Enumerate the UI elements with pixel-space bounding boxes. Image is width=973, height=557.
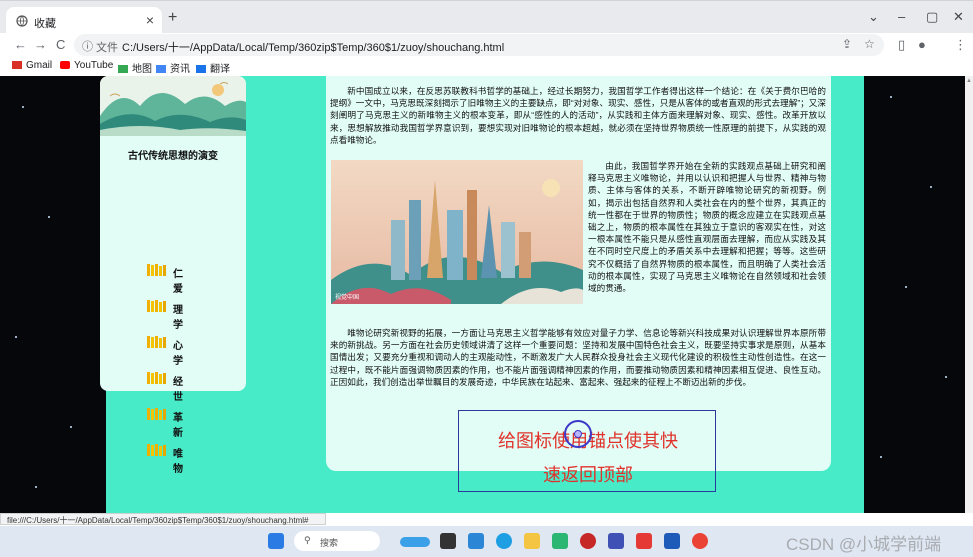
start-button-icon[interactable]	[268, 533, 284, 549]
watermark: CSDN @小城学前端	[786, 535, 942, 554]
book-icon[interactable]	[147, 444, 167, 456]
bookmark-youtube[interactable]: YouTube	[60, 60, 113, 71]
taskbar-search[interactable]: ⚲ 搜索	[294, 531, 380, 551]
powerpoint-icon[interactable]	[636, 533, 652, 549]
news-icon	[156, 65, 166, 73]
gmail-icon	[12, 61, 22, 69]
address-bar[interactable]: ⓘ 文件 C:/Users/十一/AppData/Local/Temp/360z…	[74, 34, 884, 56]
annotation-line-2: 速返回顶部	[543, 465, 633, 485]
tab-title: 收藏	[34, 18, 56, 30]
address-row: ← → C ⓘ 文件 C:/Users/十一/AppData/Local/Tem…	[0, 34, 973, 56]
reload-button[interactable]: C	[56, 37, 65, 52]
app-icon[interactable]	[608, 533, 624, 549]
book-icon[interactable]	[147, 372, 167, 384]
profile-icon[interactable]: ●	[918, 37, 926, 52]
bookmark-translate[interactable]: 翻译	[196, 60, 230, 75]
vscode-icon[interactable]	[468, 533, 484, 549]
maximize-button[interactable]: ▢	[926, 9, 938, 25]
widget-icon[interactable]	[400, 537, 430, 547]
edge-icon[interactable]	[496, 533, 512, 549]
url-text[interactable]: C:/Users/十一/AppData/Local/Temp/360zip$Te…	[122, 39, 504, 55]
wechat-icon[interactable]	[552, 533, 568, 549]
globe-icon	[16, 15, 28, 27]
bookmark-news[interactable]: 资讯	[156, 60, 190, 75]
cursor-highlight-circle	[564, 420, 592, 448]
sidebar-banner-image	[100, 76, 246, 136]
article-paragraph-2: 由此，我国哲学界开始在全新的实践观点基础上研究和阐释马克思主义唯物论，并用以认识…	[588, 161, 826, 294]
article-paragraph-3: 唯物论研究新视野的拓展，一方面让马克思主义哲学能够有效应对量子力学、信息论等新兴…	[330, 328, 826, 387]
star	[930, 186, 932, 188]
search-icon: ⚲	[304, 535, 311, 545]
star	[70, 426, 72, 428]
record-icon[interactable]	[580, 533, 596, 549]
minimize-button[interactable]: –	[898, 9, 905, 24]
bookmark-gmail[interactable]: Gmail	[12, 60, 52, 71]
book-icon[interactable]	[147, 336, 167, 348]
status-url: file:///C:/Users/十一/AppData/Local/Temp/3…	[7, 516, 309, 525]
star	[905, 286, 907, 288]
book-icon[interactable]	[147, 264, 167, 276]
forward-button[interactable]: →	[34, 37, 47, 52]
tab-active[interactable]: 收藏 ×	[6, 7, 162, 35]
browser-chrome: 收藏 × + ⌄ – ▢ ✕ ← → C ⓘ 文件 C:/Users/十一/Ap…	[0, 0, 973, 76]
star	[15, 336, 17, 338]
star	[890, 96, 892, 98]
bookmark-star-icon[interactable]: ☆	[864, 37, 875, 51]
tab-close-button[interactable]: ×	[146, 12, 154, 28]
star	[880, 456, 882, 458]
maps-icon	[118, 65, 128, 73]
bookmark-maps[interactable]: 地图	[118, 60, 152, 75]
star	[35, 486, 37, 488]
new-tab-button[interactable]: +	[168, 9, 177, 27]
cursor-dot-icon	[574, 430, 582, 438]
word-icon[interactable]	[664, 533, 680, 549]
task-view-icon[interactable]	[440, 533, 456, 549]
sidebar-toggle-icon[interactable]: ▯	[898, 37, 905, 53]
chrome-icon[interactable]	[692, 533, 708, 549]
tab-bar: 收藏 × + ⌄ – ▢ ✕	[0, 0, 973, 35]
scroll-up-arrow-icon[interactable]: ▲	[966, 78, 972, 90]
back-button[interactable]: ←	[14, 37, 27, 52]
close-window-button[interactable]: ✕	[953, 9, 964, 25]
share-icon[interactable]: ⇪	[842, 37, 852, 51]
sidebar-title: 古代传统思想的演变	[128, 151, 218, 162]
taskbar-search-label: 搜索	[320, 538, 339, 548]
image-caption: 视觉中国	[335, 295, 360, 301]
file-explorer-icon[interactable]	[524, 533, 540, 549]
tab-search-button[interactable]: ⌄	[868, 9, 879, 25]
bookmarks-bar: Gmail YouTube 地图 资讯 翻译	[0, 57, 973, 75]
book-icon[interactable]	[147, 408, 167, 420]
menu-icon[interactable]: ⋮	[954, 37, 967, 53]
youtube-icon	[60, 61, 70, 69]
url-scheme-label: 文件	[96, 42, 118, 54]
article-paragraph-1: 新中国成立以来，在反思苏联教科书哲学的基础上，经过长期努力，我国哲学工作者得出这…	[330, 86, 826, 145]
translate-icon	[196, 65, 206, 73]
status-bar: file:///C:/Users/十一/AppData/Local/Temp/3…	[0, 513, 326, 525]
city-illustration-image: 视觉中国	[331, 160, 583, 304]
star	[22, 106, 24, 108]
book-icon[interactable]	[147, 300, 167, 312]
sidebar: 古代传统思想的演变 仁爱 理学 心学 经世 革新 唯物	[100, 76, 246, 475]
info-icon[interactable]: ⓘ	[82, 38, 93, 54]
star	[945, 376, 947, 378]
scrollbar[interactable]: ▲	[965, 76, 973, 513]
star	[48, 216, 50, 218]
